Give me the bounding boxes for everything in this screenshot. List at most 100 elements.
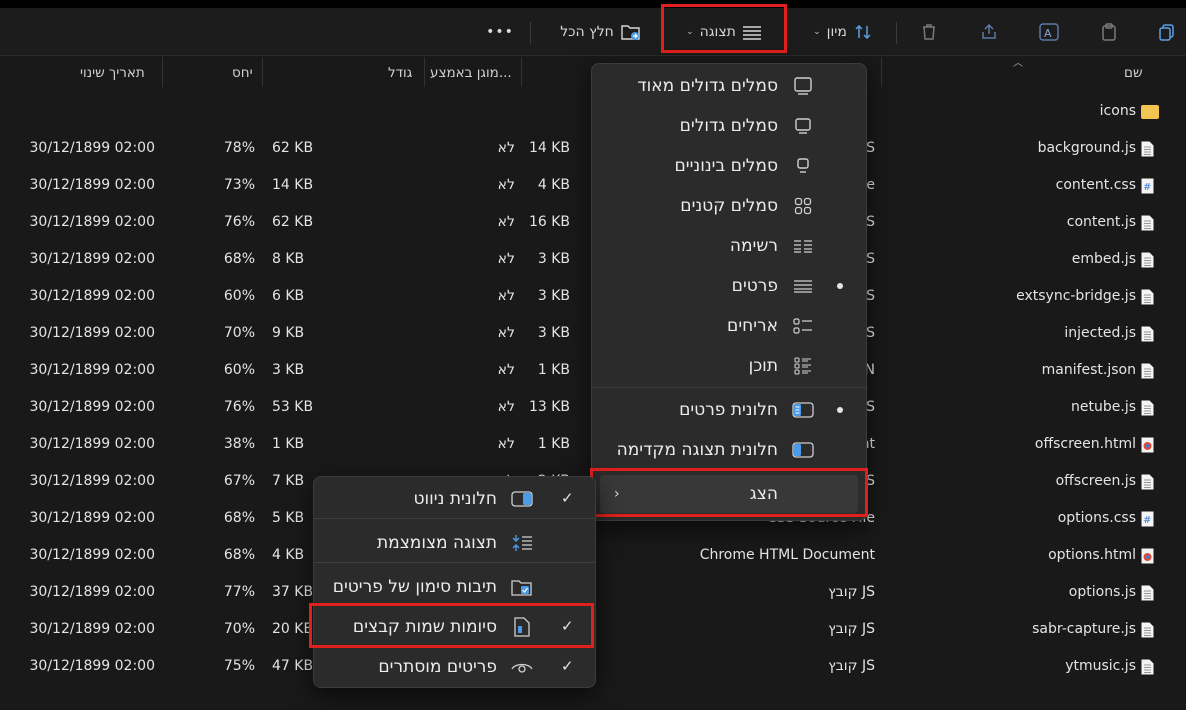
paste-button[interactable] [1094,8,1124,55]
file-protected: לא [497,177,515,193]
file-date-modified: 30/12/1899 02:00 [29,584,156,600]
column-header-ratio[interactable]: יחס [232,55,253,91]
file-type: קובץ JS [828,621,875,637]
menu-item-mediums-icon[interactable]: סמלים בינוניים [592,146,866,186]
menu-item-extra-larges-icon[interactable]: סמלים גדולים מאוד [592,66,866,106]
checkmark-icon: ✓ [561,657,574,675]
file-date-modified: 30/12/1899 02:00 [29,436,156,452]
menu-item-label: סמלים גדולים [679,116,778,136]
file-icon [1141,130,1154,167]
file-ratio: 70% [223,325,255,341]
column-header-name[interactable]: שם [1124,55,1143,91]
delete-button[interactable] [914,8,944,55]
file-date-modified: 30/12/1899 02:00 [29,288,156,304]
menu-item-label: סמלים קטנים [680,196,778,216]
rename-button[interactable]: A [1034,8,1064,55]
column-header-compressed-size[interactable]: מוגן באמצע... [430,55,512,91]
file-icon [1141,611,1154,648]
file-icon [1141,648,1154,685]
file-ratio: 76% [223,399,255,415]
file-type: קובץ JS [828,658,875,674]
file-date-modified: 30/12/1899 02:00 [29,547,156,563]
menu-item-label: חלונית פרטים [679,400,778,420]
file-ratio: 60% [223,362,255,378]
file-size: 62 KB [272,214,314,230]
submenu-item-compact-view[interactable]: תצוגה מצומצמת [314,523,595,563]
submenu-item-hidden-items[interactable]: פריטים מוסתרים ✓ [314,647,595,687]
file-date-modified: 30/12/1899 02:00 [29,362,156,378]
share-button[interactable] [974,8,1004,55]
menu-item-label: תוכן [748,356,778,376]
submenu-item-label: תיבות סימון של פריטים [332,577,497,597]
toolbar-separator [530,22,531,44]
compact-view-icon [511,532,533,554]
file-ratio: 70% [223,621,255,637]
svg-text:#: # [1143,182,1151,193]
css-file-icon: # [1141,500,1154,537]
column-divider [424,57,425,87]
file-date-modified: 30/12/1899 02:00 [29,214,156,230]
file-extensions-highlight [309,603,594,648]
file-name: sabr-capture.js [1032,621,1136,637]
file-protected: לא [497,325,515,341]
folder-icon [1141,93,1159,130]
menu-item-details-pane[interactable]: חלונית פרטים [592,390,866,430]
more-options-button[interactable]: ••• [480,8,520,55]
file-ratio: 78% [223,140,255,156]
file-size: 62 KB [272,140,314,156]
menu-item-smalls-icon[interactable]: סמלים קטנים [592,186,866,226]
large-icons-icon [792,115,814,137]
file-ratio: 77% [223,584,255,600]
file-icon [1141,278,1154,315]
file-type: קובץ JS [828,584,875,600]
file-protected: לא [497,214,515,230]
file-size: 53 KB [272,399,314,415]
file-date-modified: 30/12/1899 02:00 [29,325,156,341]
file-type: Chrome HTML Document [699,547,875,563]
file-icon [1141,352,1154,389]
sort-button[interactable]: ⌄ מיון [805,8,881,55]
file-icon [1141,463,1154,500]
file-date-modified: 30/12/1899 02:00 [29,140,156,156]
extra-large-icons-icon [792,75,814,97]
copy-button[interactable] [1152,8,1182,55]
file-protected: לא [497,362,515,378]
submenu-item-item-checkboxes[interactable]: תיבות סימון של פריטים [314,567,595,607]
file-ratio: 75% [223,658,255,674]
menu-item-label: סמלים בינוניים [674,156,779,176]
checkmark-icon: ✓ [561,489,574,507]
file-protected: לא [497,288,515,304]
submenu-item-navigation-pane[interactable]: חלונית ניווט ✓ [314,479,595,519]
column-divider [262,57,263,87]
menu-divider [592,387,866,388]
file-size: 1 KB [272,436,305,452]
menu-item-content[interactable]: תוכן [592,346,866,386]
file-ratio: 68% [223,547,255,563]
menu-item-label: סמלים גדולים מאוד [637,76,778,96]
column-divider [521,57,522,87]
item-checkboxes-icon [511,576,533,598]
list-icon [792,235,814,257]
menu-item-tiles[interactable]: אריחים [592,306,866,346]
menu-item-larges-icon[interactable]: סמלים גדולים [592,106,866,146]
menu-item-preview-pane[interactable]: חלונית תצוגה מקדימה [592,430,866,470]
file-size [272,93,372,130]
menu-item-list[interactable]: רשימה [592,226,866,266]
small-icons-icon [792,195,814,217]
file-ratio: 60% [223,288,255,304]
menu-item-details[interactable]: פרטים [592,266,866,306]
file-size: 8 KB [272,251,305,267]
file-protected [420,93,515,130]
file-name: embed.js [1071,251,1136,267]
column-header-date-modified[interactable]: תאריך שינוי [80,55,145,91]
chevron-down-icon: ⌄ [813,26,821,37]
column-header-size[interactable]: גודל [388,55,412,91]
file-ratio: 68% [223,510,255,526]
chrome-file-icon [1141,537,1154,574]
menu-item-label: רשימה [729,236,778,256]
window-top-strip [0,0,1186,8]
extract-all-button[interactable]: חלץ הכל [548,8,648,55]
chrome-file-icon [1141,426,1154,463]
show-submenu: חלונית ניווט ✓ תצוגה מצומצמת תיבות סימון של… [313,476,596,688]
selected-bullet-icon [837,283,843,289]
